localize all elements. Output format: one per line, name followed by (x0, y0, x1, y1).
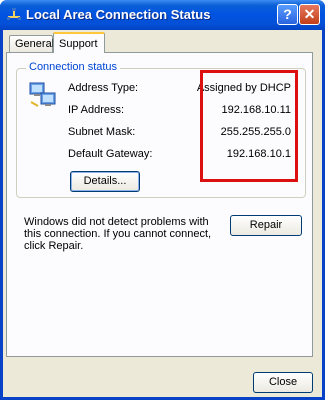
ip-address-label: IP Address: (68, 104, 125, 116)
address-type-label: Address Type: (68, 82, 139, 94)
connection-status-legend: Connection status (26, 61, 121, 73)
close-button[interactable]: Close (253, 372, 313, 393)
tab-support[interactable]: Support (53, 32, 105, 53)
default-gateway-label: Default Gateway: (68, 148, 153, 160)
details-button[interactable]: Details... (70, 171, 140, 192)
troubleshoot-message: Windows did not detect problems with thi… (24, 216, 212, 252)
network-connection-icon (7, 8, 21, 20)
highlight-box (200, 70, 298, 182)
window-close-button[interactable]: ✕ (299, 4, 320, 25)
tab-general[interactable]: General (9, 35, 54, 52)
repair-button[interactable]: Repair (230, 215, 302, 236)
subnet-mask-label: Subnet Mask: (68, 126, 136, 138)
window-title: Local Area Connection Status (26, 7, 211, 22)
help-button[interactable]: ? (277, 4, 298, 25)
title-bar[interactable]: Local Area Connection Status ? ✕ (0, 0, 325, 30)
network-computers-icon (29, 82, 56, 107)
